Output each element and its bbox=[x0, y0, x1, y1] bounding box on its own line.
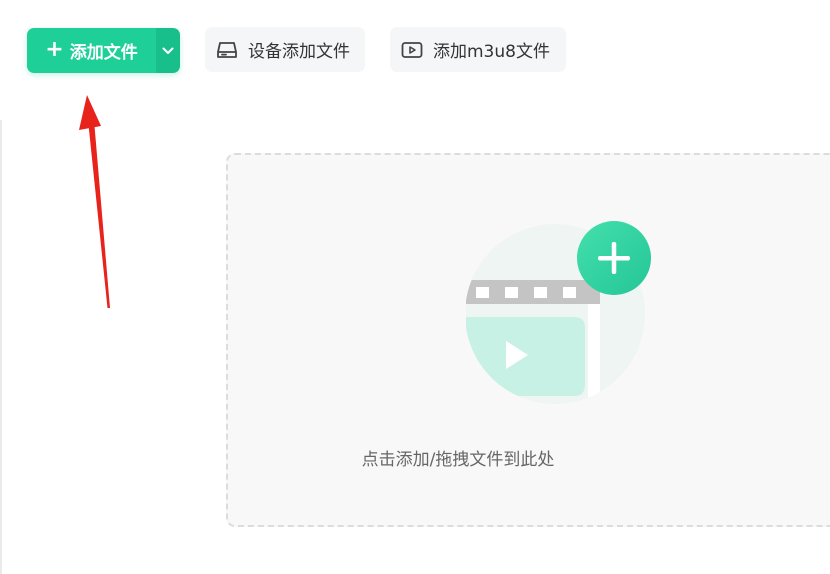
add-file-label: 添加文件 bbox=[69, 43, 138, 63]
add-m3u8-file-button[interactable]: 添加m3u8文件 bbox=[390, 27, 566, 72]
add-file-dropdown-button[interactable] bbox=[156, 28, 180, 73]
drop-zone-hint: 点击添加/拖拽文件到此处 bbox=[361, 450, 555, 470]
left-divider bbox=[0, 120, 2, 574]
file-add-page: + 添加文件 设备添加文件 添加m3u8文件 点击添加/拖拽文件到此处 bbox=[0, 0, 830, 574]
video-add-illustration bbox=[466, 221, 651, 404]
video-play-icon bbox=[401, 41, 423, 58]
add-file-button[interactable]: + 添加文件 bbox=[27, 28, 156, 73]
device-add-file-button[interactable]: 设备添加文件 bbox=[205, 27, 365, 72]
file-drop-zone[interactable]: 点击添加/拖拽文件到此处 bbox=[226, 153, 830, 527]
add-m3u8-file-label: 添加m3u8文件 bbox=[433, 42, 550, 62]
hard-drive-icon bbox=[217, 41, 237, 58]
add-file-split-button: + 添加文件 bbox=[27, 28, 180, 73]
red-arrow bbox=[79, 95, 110, 308]
plus-icon: + bbox=[45, 36, 64, 62]
device-add-file-label: 设备添加文件 bbox=[248, 42, 350, 62]
chevron-down-icon bbox=[162, 47, 174, 54]
